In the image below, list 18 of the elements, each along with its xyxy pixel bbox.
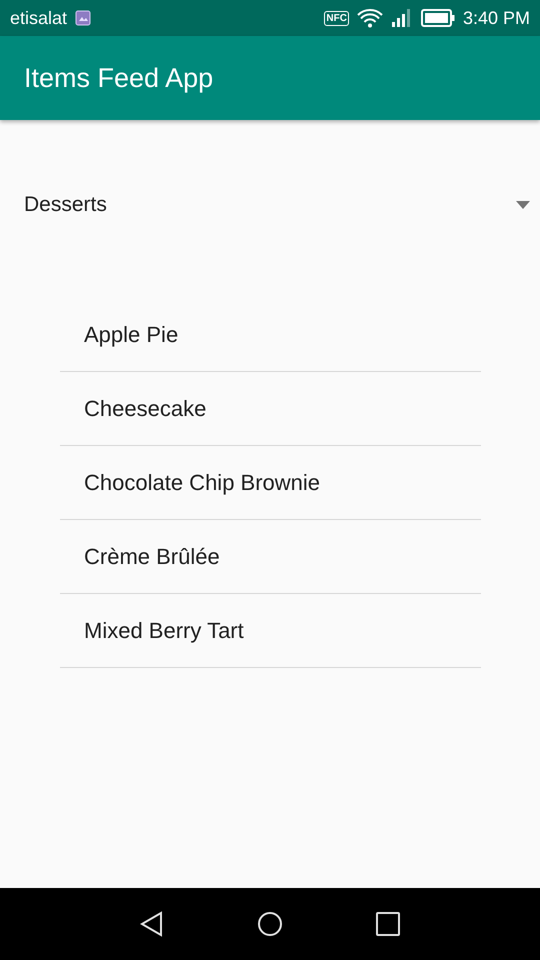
list-item[interactable]: Mixed Berry Tart bbox=[60, 594, 481, 668]
dropdown-arrow-icon[interactable] bbox=[516, 201, 530, 209]
clock-time: 3:40 PM bbox=[462, 8, 530, 28]
wifi-icon bbox=[356, 8, 383, 28]
app-title: Items Feed App bbox=[24, 62, 214, 94]
list-item[interactable]: Crème Brûlée bbox=[60, 520, 481, 594]
signal-icon bbox=[390, 8, 413, 28]
nfc-icon: NFC bbox=[324, 10, 349, 26]
list-item[interactable]: Apple Pie bbox=[60, 298, 481, 372]
list-item[interactable]: Cheesecake bbox=[60, 372, 481, 446]
home-icon[interactable] bbox=[257, 911, 283, 937]
battery-icon bbox=[420, 9, 455, 27]
carrier-name: etisalat bbox=[10, 8, 68, 28]
category-dropdown[interactable]: Desserts bbox=[24, 193, 107, 217]
gallery-icon bbox=[75, 10, 92, 26]
list-item[interactable]: Chocolate Chip Brownie bbox=[60, 446, 481, 520]
back-icon[interactable] bbox=[139, 911, 165, 937]
recents-icon[interactable] bbox=[375, 911, 401, 937]
